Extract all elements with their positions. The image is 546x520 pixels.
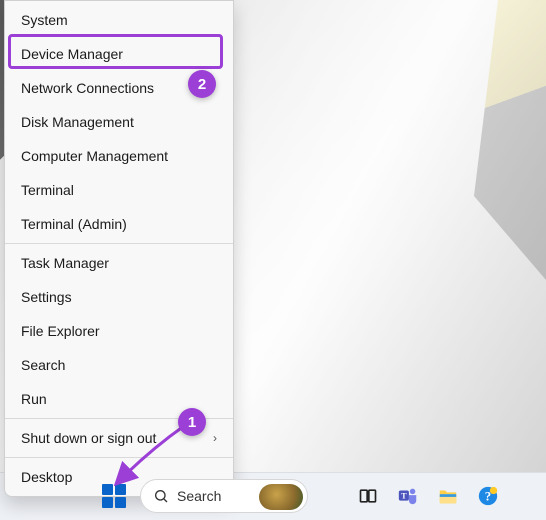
svg-text:T: T	[401, 491, 407, 500]
menu-item-label: Disk Management	[21, 114, 134, 130]
file-explorer-icon	[437, 485, 459, 507]
menu-item-label: Terminal (Admin)	[21, 216, 127, 232]
chevron-right-icon: ›	[213, 431, 217, 445]
annotation-badge-2: 2	[188, 70, 216, 98]
start-icon	[102, 497, 113, 508]
start-icon	[115, 497, 126, 508]
annotation-badge-1: 1	[178, 408, 206, 436]
taskbar-search[interactable]: Search	[140, 479, 308, 513]
menu-item-label: Computer Management	[21, 148, 168, 164]
menu-item-terminal[interactable]: Terminal	[5, 173, 233, 207]
taskbar-task-view[interactable]	[352, 480, 384, 512]
menu-item-computer-management[interactable]: Computer Management	[5, 139, 233, 173]
menu-item-label: File Explorer	[21, 323, 100, 339]
search-icon	[153, 488, 169, 504]
menu-item-disk-management[interactable]: Disk Management	[5, 105, 233, 139]
menu-item-label: Run	[21, 391, 47, 407]
menu-item-label: System	[21, 12, 68, 28]
start-button[interactable]	[96, 478, 132, 514]
menu-item-label: Settings	[21, 289, 72, 305]
search-placeholder: Search	[177, 488, 221, 504]
menu-item-label: Network Connections	[21, 80, 154, 96]
taskbar-file-explorer[interactable]	[432, 480, 464, 512]
tips-icon: ?	[477, 485, 499, 507]
menu-item-system[interactable]: System	[5, 3, 233, 37]
menu-item-label: Terminal	[21, 182, 74, 198]
menu-item-device-manager[interactable]: Device Manager	[5, 37, 233, 71]
teams-icon: T	[397, 485, 419, 507]
menu-item-search[interactable]: Search	[5, 348, 233, 382]
menu-item-label: Task Manager	[21, 255, 109, 271]
search-highlight-image	[259, 484, 303, 510]
menu-item-label: Device Manager	[21, 46, 123, 62]
menu-separator	[5, 243, 233, 244]
menu-item-terminal-admin[interactable]: Terminal (Admin)	[5, 207, 233, 241]
menu-item-label: Search	[21, 357, 65, 373]
start-icon	[102, 484, 113, 495]
menu-item-settings[interactable]: Settings	[5, 280, 233, 314]
taskbar-teams[interactable]: T	[392, 480, 424, 512]
menu-item-label: Shut down or sign out	[21, 430, 156, 446]
menu-separator	[5, 457, 233, 458]
menu-item-task-manager[interactable]: Task Manager	[5, 246, 233, 280]
menu-item-label: Desktop	[21, 469, 72, 485]
task-view-icon	[358, 486, 378, 506]
taskbar-tips[interactable]: ?	[472, 480, 504, 512]
menu-item-file-explorer[interactable]: File Explorer	[5, 314, 233, 348]
start-icon	[115, 484, 126, 495]
